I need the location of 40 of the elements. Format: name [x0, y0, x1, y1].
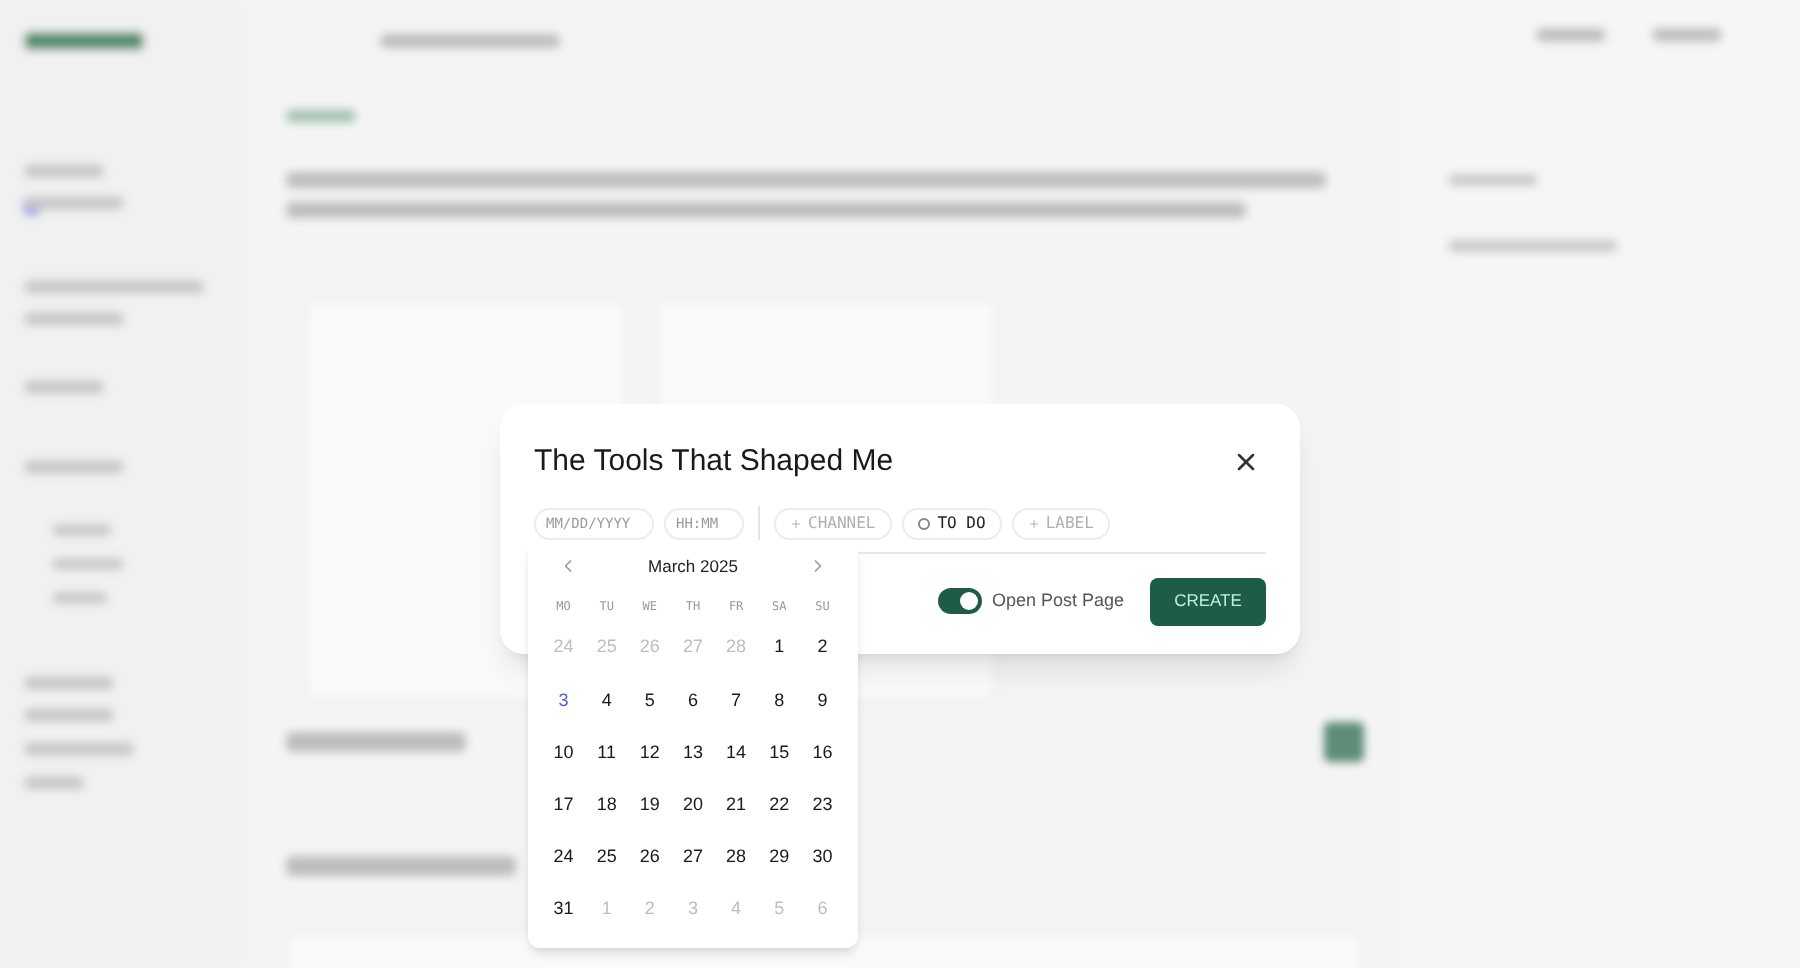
calendar-day[interactable]: 20	[671, 779, 715, 832]
calendar-day[interactable]: 27	[671, 831, 715, 884]
calendar-day[interactable]: 12	[628, 726, 672, 780]
calendar-day[interactable]: 15	[757, 726, 801, 780]
toggle-switch[interactable]	[937, 588, 982, 614]
calendar-day[interactable]: 22	[757, 779, 801, 832]
calendar-day[interactable]: 13	[671, 726, 715, 780]
calendar-day[interactable]: 3	[542, 674, 586, 727]
calendar-day[interactable]: 6	[671, 674, 715, 727]
calendar-day[interactable]: 5	[628, 674, 672, 727]
calendar-day[interactable]: 4	[585, 674, 629, 727]
plus-icon	[1027, 517, 1040, 529]
toggle-label: Open Post Page	[991, 587, 1124, 614]
calendar-day[interactable]: 19	[628, 779, 672, 832]
calendar-day[interactable]: 18	[585, 779, 629, 832]
calendar-day[interactable]: 26	[628, 831, 672, 884]
calendar-day[interactable]: 11	[585, 726, 629, 780]
calendar-day[interactable]: 1	[757, 622, 801, 675]
calendar-day[interactable]: 2	[800, 622, 844, 675]
calendar-day[interactable]: 14	[714, 726, 758, 780]
calendar-day[interactable]: 29	[757, 831, 801, 884]
calendar-day[interactable]: 8	[757, 674, 801, 727]
create-button[interactable]: CREATE	[1150, 577, 1266, 625]
plus-icon	[790, 517, 802, 529]
calendar-day[interactable]: 23	[800, 779, 844, 832]
calendar-day[interactable]: 24	[542, 831, 586, 884]
add-post-button[interactable]	[1324, 722, 1364, 762]
calendar-day[interactable]: 17	[542, 779, 586, 832]
calendar-day[interactable]: 16	[800, 726, 844, 780]
dialog-title: The Tools That Shaped Me	[534, 442, 894, 482]
calendar-day[interactable]: 21	[714, 779, 758, 832]
calendar-day[interactable]: 30	[800, 831, 844, 884]
calendar-day[interactable]: 9	[800, 674, 844, 727]
calendar-day[interactable]: 31	[542, 883, 586, 937]
month-label: March 2025	[648, 553, 738, 579]
calendar-day[interactable]: 10	[542, 726, 586, 780]
status-chip[interactable]: TO DO	[901, 507, 1002, 539]
calendar-day[interactable]: 28	[714, 831, 758, 884]
calendar-day[interactable]: 25	[585, 831, 629, 884]
calendar-day[interactable]: 7	[714, 674, 758, 727]
